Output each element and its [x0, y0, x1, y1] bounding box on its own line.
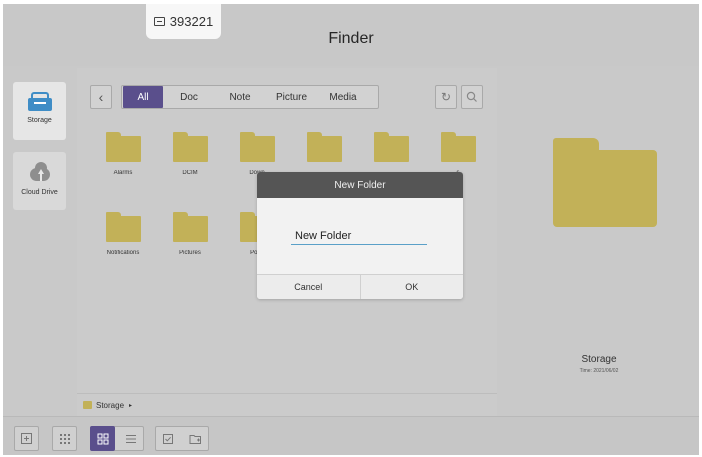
- finder-screen: Finder 393221 Storage Cloud Drive ‹ All …: [3, 4, 699, 455]
- folder-item[interactable]: [366, 132, 416, 170]
- new-folder-button[interactable]: [183, 426, 208, 451]
- folder-icon: [306, 132, 342, 162]
- dial-pad-button[interactable]: [52, 426, 77, 451]
- folder-item[interactable]: s: [433, 132, 483, 176]
- folder-item[interactable]: Alarms: [98, 132, 148, 176]
- preview-time: Time: 2021/06/02: [579, 368, 619, 374]
- folder-name: Notifications: [106, 250, 140, 256]
- grid-view-icon: [97, 433, 108, 444]
- folder-name: Alarms: [113, 170, 133, 176]
- search-button[interactable]: [461, 85, 483, 109]
- sidebar: Storage Cloud Drive: [3, 66, 75, 415]
- cancel-button[interactable]: Cancel: [257, 275, 360, 299]
- sidebar-item-label: Storage: [27, 117, 52, 124]
- ok-button[interactable]: OK: [359, 275, 463, 299]
- select-button[interactable]: [155, 426, 180, 451]
- preview-panel: Storage Time: 2021/06/02: [499, 68, 699, 416]
- device-id-badge: 393221: [146, 4, 221, 39]
- dialog-buttons: Cancel OK: [257, 274, 463, 299]
- device-id-text: 393221: [169, 14, 214, 29]
- sidebar-item-label: Cloud Drive: [21, 189, 58, 196]
- folder-icon: [172, 132, 208, 162]
- folder-icon: [373, 132, 409, 162]
- import-icon: [21, 433, 32, 444]
- folder-item[interactable]: [299, 132, 349, 170]
- new-folder-icon: [189, 434, 201, 444]
- tab-note[interactable]: Note: [215, 86, 265, 108]
- breadcrumb: Storage ▸: [77, 393, 497, 416]
- cloud-upload-icon: [27, 161, 53, 183]
- tab-all[interactable]: All: [123, 86, 163, 108]
- dialog-title: New Folder: [257, 172, 463, 198]
- breadcrumb-arrow-icon: ▸: [129, 402, 133, 409]
- folder-item[interactable]: Notifications: [98, 212, 148, 256]
- refresh-icon: ↻: [440, 90, 452, 104]
- list-view-icon: [125, 434, 136, 443]
- page-title: Finder: [328, 30, 374, 47]
- folder-icon: [239, 132, 275, 162]
- breadcrumb-item-storage[interactable]: Storage: [96, 401, 124, 410]
- folder-item[interactable]: Down: [232, 132, 282, 176]
- new-folder-dialog: New Folder Cancel OK: [257, 172, 463, 299]
- folder-name: Pictures: [179, 250, 201, 256]
- sidebar-item-storage[interactable]: Storage: [13, 82, 66, 140]
- dial-pad-icon: [59, 433, 70, 444]
- chevron-left-icon: ‹: [98, 89, 104, 105]
- folder-icon: [105, 132, 141, 162]
- checkbox-icon: [162, 433, 173, 444]
- back-button[interactable]: ‹: [90, 85, 112, 109]
- filter-tabs: All Doc Note Picture Media: [121, 85, 379, 109]
- folder-item[interactable]: Pictures: [165, 212, 215, 256]
- folder-name-input[interactable]: [291, 228, 427, 245]
- tab-media[interactable]: Media: [318, 86, 368, 108]
- tab-picture[interactable]: Picture: [265, 86, 318, 108]
- folder-name: DCIM: [182, 170, 198, 176]
- refresh-button[interactable]: ↻: [435, 85, 457, 109]
- header: Finder: [3, 4, 699, 66]
- folder-icon: [172, 212, 208, 242]
- bottom-toolbar: [3, 416, 699, 455]
- storage-icon: [27, 91, 52, 111]
- folder-icon: [440, 132, 476, 162]
- folder-item[interactable]: DCIM: [165, 132, 215, 176]
- grid-view-button[interactable]: [90, 426, 115, 451]
- tab-doc[interactable]: Doc: [163, 86, 215, 108]
- folder-icon: [105, 212, 141, 242]
- import-button[interactable]: [14, 426, 39, 451]
- folder-icon: [83, 401, 92, 409]
- preview-name: Storage: [581, 354, 617, 365]
- search-icon: [466, 91, 477, 102]
- list-view-button[interactable]: [118, 426, 143, 451]
- id-card-icon: [153, 17, 165, 26]
- sidebar-item-cloud-drive[interactable]: Cloud Drive: [13, 152, 66, 210]
- folder-preview-icon: [553, 138, 657, 227]
